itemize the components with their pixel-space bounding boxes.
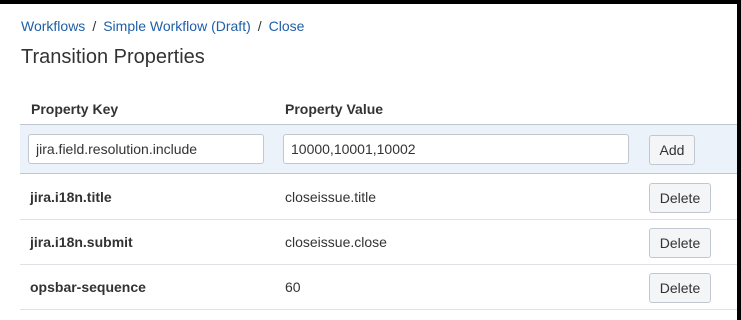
add-button[interactable]: Add <box>649 135 695 165</box>
property-key: jira.i18n.title <box>30 189 112 205</box>
breadcrumb-workflow-link[interactable]: Simple Workflow (Draft) <box>103 18 251 34</box>
column-header-property-key: Property Key <box>31 101 119 117</box>
breadcrumb-transition-link[interactable]: Close <box>269 18 305 34</box>
property-value: closeissue.close <box>285 234 387 250</box>
page-frame: Workflows / Simple Workflow (Draft) / Close … <box>0 0 741 320</box>
delete-button[interactable]: Delete <box>649 183 711 213</box>
table-row: jira.i18n.title closeissue.title Delete <box>20 175 737 220</box>
property-value: 60 <box>285 279 301 295</box>
property-value: closeissue.title <box>285 189 377 205</box>
column-header-property-value: Property Value <box>285 101 384 117</box>
breadcrumb-workflows-link[interactable]: Workflows <box>21 18 85 34</box>
table-row: jira.i18n.submit closeissue.close Delete <box>20 220 737 265</box>
delete-button[interactable]: Delete <box>649 273 711 303</box>
property-value-input[interactable] <box>283 134 629 164</box>
breadcrumb: Workflows / Simple Workflow (Draft) / Close <box>21 18 304 34</box>
breadcrumb-separator: / <box>257 18 262 34</box>
page-title: Transition Properties <box>21 46 205 68</box>
property-key: jira.i18n.submit <box>30 234 133 250</box>
add-property-row: Add <box>20 124 737 174</box>
table-row: opsbar-sequence 60 Delete <box>20 265 737 310</box>
delete-button[interactable]: Delete <box>649 228 711 258</box>
property-key: opsbar-sequence <box>30 279 146 295</box>
property-key-input[interactable] <box>28 134 264 164</box>
breadcrumb-separator: / <box>92 18 97 34</box>
